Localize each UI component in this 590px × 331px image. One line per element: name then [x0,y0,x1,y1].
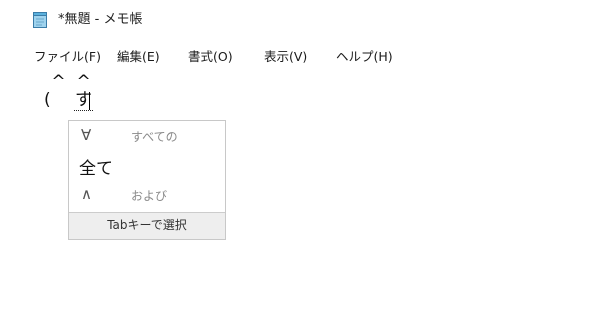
menu-edit[interactable]: 編集(E) [117,49,160,65]
suggestion-footer-hint: Tabキーで選択 [69,212,225,239]
suggestion-item[interactable]: 全て [69,154,225,179]
menu-file[interactable]: ファイル(F) [34,49,101,65]
menu-bar: ファイル(F) 編集(E) 書式(O) 表示(V) ヘルプ(H) [0,46,590,68]
suggestion-description: および [131,189,168,203]
suggestion-item[interactable]: ∀ すべての [69,126,225,148]
notepad-window: *無題 - メモ帳 ファイル(F) 編集(E) 書式(O) 表示(V) ヘルプ(… [0,0,590,331]
suggestion-description: すべての [131,130,178,144]
suggestion-symbol: ∧ [81,185,92,203]
suggestion-item[interactable]: ∧ および [69,185,225,207]
ime-suggestion-popup: ∀ すべての 全て ∧ および Tabキーで選択 [68,120,226,240]
title-bar[interactable]: *無題 - メモ帳 [0,0,590,40]
menu-help[interactable]: ヘルプ(H) [336,49,393,65]
notepad-icon [33,12,48,28]
window-title: *無題 - メモ帳 [58,12,143,27]
editor-line-2-prefix: ( [44,90,51,110]
menu-view[interactable]: 表示(V) [264,49,307,65]
editor-line-1: ^ ^ [46,72,91,92]
suggestion-symbol: ∀ [81,126,92,144]
text-caret [89,92,90,110]
suggestion-text: 全て [79,159,113,179]
menu-format[interactable]: 書式(O) [188,49,233,65]
ime-composition-text: す [74,90,93,111]
